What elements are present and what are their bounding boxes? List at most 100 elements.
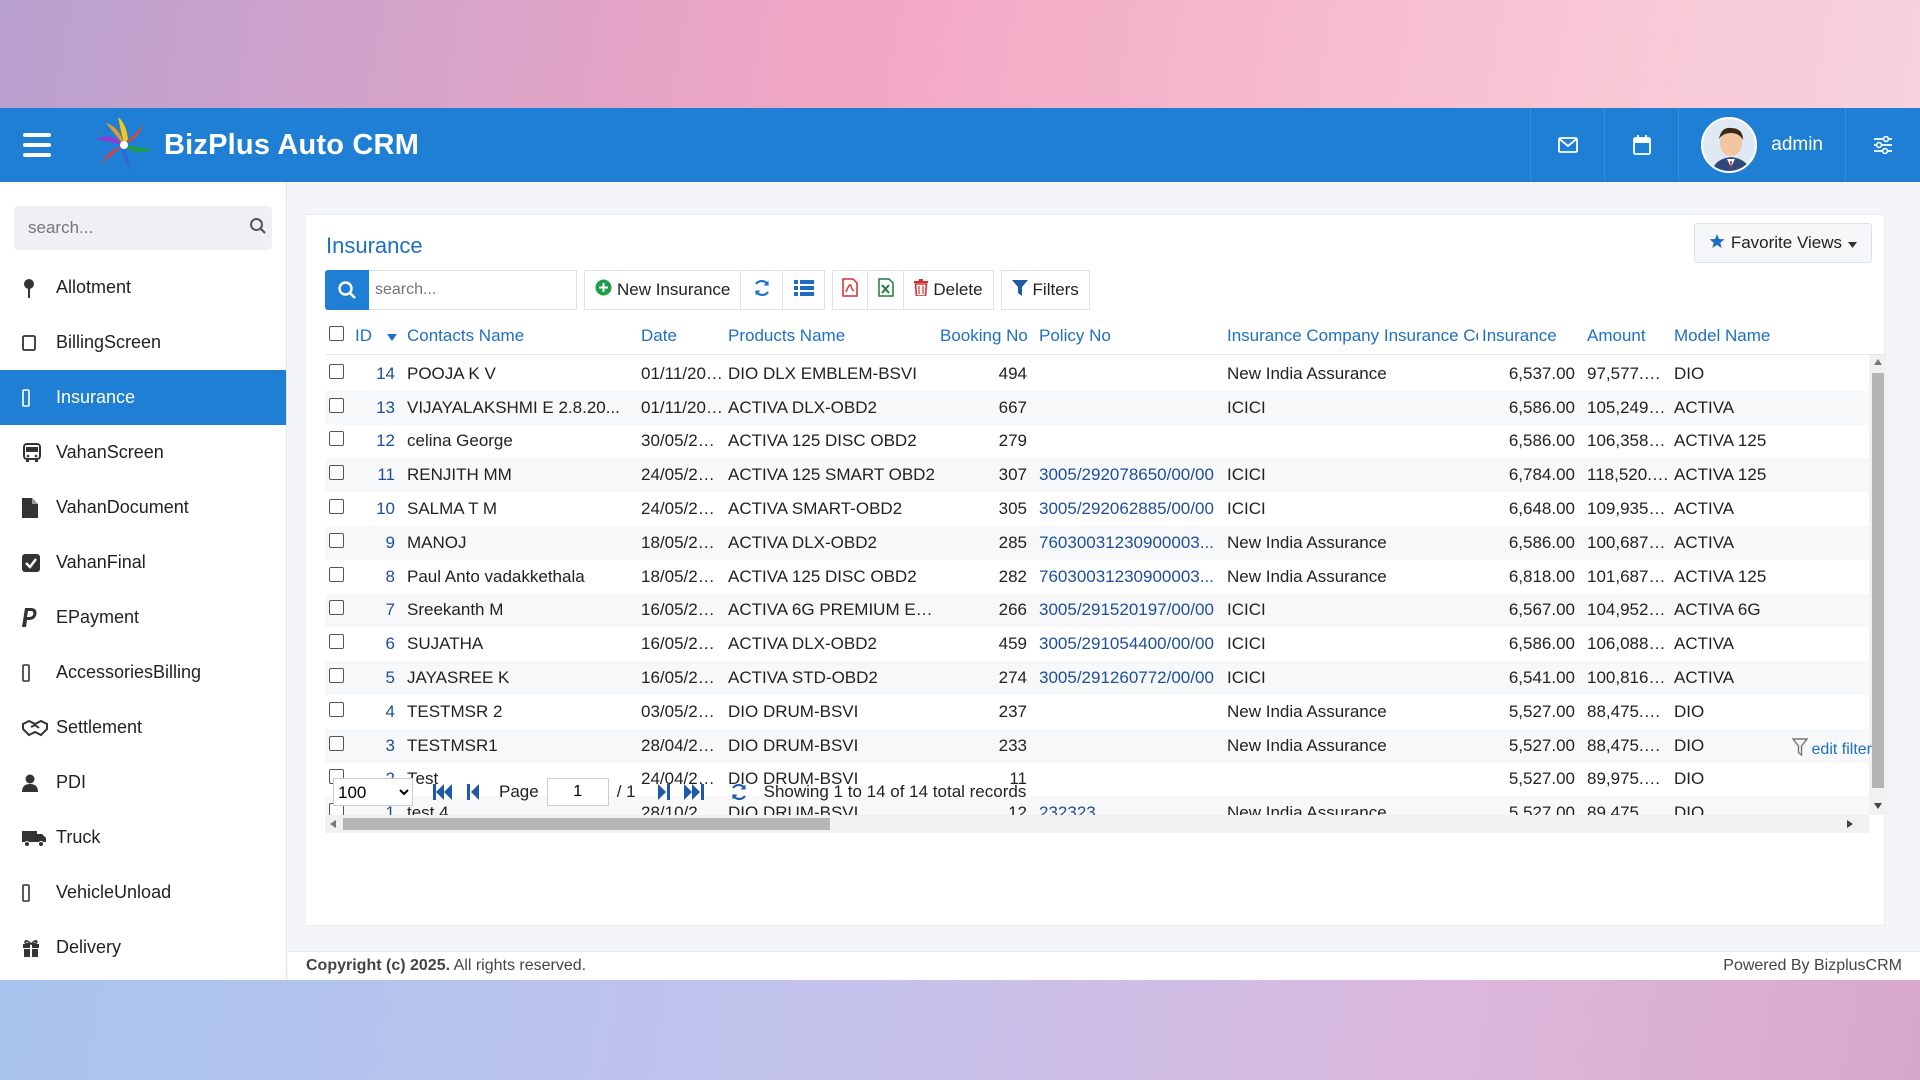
sort-desc-icon[interactable] — [387, 326, 397, 346]
calendar-icon[interactable] — [1604, 108, 1678, 182]
cell-id[interactable]: 13 — [351, 398, 403, 418]
row-checkbox[interactable] — [329, 532, 344, 548]
cell-id[interactable]: 12 — [351, 431, 403, 451]
row-checkbox[interactable] — [329, 499, 344, 515]
cell-policy[interactable]: 76030031230900003... — [1035, 567, 1223, 587]
cell-id[interactable]: 11 — [351, 465, 403, 485]
column-header-date[interactable]: Date — [637, 326, 724, 346]
row-checkbox[interactable] — [329, 668, 344, 684]
sidebar-item-billingscreen[interactable]: BillingScreen — [0, 315, 286, 370]
refresh-button[interactable] — [741, 270, 784, 310]
row-checkbox[interactable] — [329, 600, 344, 616]
sidebar-item-vahanfinal[interactable]: VahanFinal — [0, 535, 286, 590]
column-header-policy-no[interactable]: Policy No — [1035, 326, 1223, 346]
sidebar-item-pdi[interactable]: PDI — [0, 755, 286, 810]
cell-name: TESTMSR 2 — [407, 701, 503, 721]
page-size-select[interactable]: 100 — [333, 778, 413, 806]
cell-policy[interactable]: 3005/292078650/00/00 — [1035, 465, 1223, 485]
row-checkbox[interactable] — [329, 634, 344, 650]
sidebar-item-settlement[interactable]: Settlement — [0, 700, 286, 755]
refresh-icon — [753, 279, 771, 302]
column-header-insurance[interactable]: Insurance — [1478, 326, 1583, 346]
column-header-products-name[interactable]: Products Name — [724, 326, 936, 346]
sidebar-item-vahanscreen[interactable]: VahanScreen — [0, 425, 286, 480]
row-checkbox[interactable] — [329, 363, 344, 379]
column-header-booking-no[interactable]: Booking No — [936, 326, 1035, 346]
table-row[interactable]: 9 MANOJ 18/05/2023 ACTIVA DLX-OBD2 285 760300… — [325, 525, 1870, 560]
cell-policy[interactable]: 3005/291260772/00/00 — [1035, 668, 1223, 688]
cell-policy[interactable]: 3005/291054400/00/00 — [1035, 634, 1223, 654]
cell-id[interactable]: 6 — [351, 634, 403, 654]
sidebar-item-vehicleunload[interactable]: VehicleUnload — [0, 865, 286, 920]
column-header-contacts-name[interactable]: Contacts Name — [403, 326, 637, 346]
cell-id[interactable]: 5 — [351, 668, 403, 688]
filters-button[interactable]: Filters — [1000, 270, 1090, 310]
first-page-icon[interactable] — [433, 784, 453, 800]
list-view-button[interactable] — [783, 270, 826, 310]
sidebar-item-insurance[interactable]: Insurance — [0, 370, 286, 425]
sidebar-item-delivery[interactable]: Delivery — [0, 920, 286, 975]
page-number-input[interactable] — [546, 778, 609, 806]
delete-button[interactable]: Delete — [904, 270, 994, 310]
column-header-insurance-company-insurance-company[interactable]: Insurance Company Insurance Company — [1223, 326, 1478, 346]
table-row[interactable]: 4 TESTMSR 2 03/05/2023 DIO DRUM-BSVI 237 New … — [325, 695, 1870, 729]
table-row[interactable]: 12 celina George 30/05/2023 ACTIVA 125 DISC… — [325, 425, 1870, 459]
table-row[interactable]: 5 JAYASREE K 16/05/2023 ACTIVA STD-OBD2 274 3… — [325, 661, 1870, 695]
edit-filter-link[interactable]: edit filter — [1791, 738, 1872, 761]
row-checkbox[interactable] — [329, 566, 344, 582]
column-header-amount[interactable]: Amount — [1583, 326, 1670, 346]
table-row[interactable]: 14 POOJA K V 01/11/2023 DIO DLX EMBLEM-BSVI… — [325, 357, 1870, 391]
cell-policy[interactable]: 3005/292062885/00/00 — [1035, 499, 1223, 519]
row-checkbox[interactable] — [329, 735, 344, 751]
table-row[interactable]: 13 VIJAYALAKSHMI E 2.8.20... 01/11/2023 ACT… — [325, 390, 1870, 425]
row-checkbox[interactable] — [329, 701, 344, 717]
table-row[interactable]: 8 Paul Anto vadakkethala 18/05/2023 ACTIVA … — [325, 560, 1870, 594]
table-row[interactable]: 6 SUJATHA 16/05/2023 ACTIVA DLX-OBD2 459 3005… — [325, 627, 1870, 661]
cell-id[interactable]: 7 — [351, 600, 403, 620]
reload-icon[interactable] — [730, 783, 748, 801]
export-pdf-button[interactable] — [832, 270, 869, 310]
table-row[interactable]: 3 TESTMSR1 28/04/2023 DIO DRUM-BSVI 233 New I… — [325, 728, 1870, 763]
cell-id[interactable]: 3 — [351, 736, 403, 756]
grid-search-input[interactable] — [369, 270, 577, 310]
row-checkbox[interactable] — [329, 431, 344, 447]
bar-icon — [22, 883, 56, 902]
mail-icon[interactable] — [1530, 108, 1604, 182]
last-page-icon[interactable] — [683, 784, 704, 800]
next-page-icon[interactable] — [657, 784, 670, 800]
favorite-views-button[interactable]: Favorite Views — [1693, 223, 1872, 263]
cell-id[interactable]: 10 — [351, 499, 403, 519]
settings-sliders-icon[interactable] — [1846, 108, 1920, 182]
cell-id[interactable]: 4 — [351, 702, 403, 722]
sidebar-item-accessoriesbilling[interactable]: AccessoriesBilling — [0, 645, 286, 700]
cell-id[interactable]: 9 — [351, 533, 403, 553]
sidebar-item-vahandocument[interactable]: VahanDocument — [0, 480, 286, 535]
select-all-checkbox[interactable] — [329, 325, 344, 341]
user-menu[interactable]: admin — [1678, 108, 1846, 182]
sidebar-item-allotment[interactable]: Allotment — [0, 260, 286, 315]
row-checkbox[interactable] — [329, 397, 344, 413]
search-icon[interactable] — [249, 217, 267, 240]
sidebar-item-truck[interactable]: Truck — [0, 810, 286, 865]
column-header-id[interactable]: ID — [351, 326, 403, 346]
sidebar-item-epayment[interactable]: EPayment — [0, 590, 286, 645]
new-insurance-button[interactable]: New Insurance — [584, 270, 742, 310]
prev-page-icon[interactable] — [467, 784, 479, 800]
cell-policy[interactable]: 76030031230900003... — [1035, 533, 1223, 553]
cell-id[interactable]: 14 — [351, 364, 403, 384]
table-row[interactable]: 10 SALMA T M 24/05/2023 ACTIVA SMART-OBD2 30… — [325, 492, 1870, 526]
menu-toggle-icon[interactable] — [0, 108, 74, 182]
search-button[interactable] — [325, 270, 369, 310]
cell-booking: 233 — [998, 735, 1027, 755]
cell-amount: 101,687.00... — [1587, 566, 1670, 586]
sidebar-search-input[interactable] — [28, 218, 249, 238]
export-excel-button[interactable] — [868, 270, 905, 310]
cell-policy[interactable]: 3005/291520197/00/00 — [1035, 600, 1223, 620]
table-row[interactable]: 7 Sreekanth M 16/05/2023 ACTIVA 6G PREMIUM … — [325, 593, 1870, 628]
horizontal-scrollbar[interactable] — [325, 815, 1869, 833]
cell-company: ICICI — [1227, 668, 1266, 688]
table-row[interactable]: 11 RENJITH MM 24/05/2023 ACTIVA 125 SMART O… — [325, 458, 1870, 493]
cell-id[interactable]: 8 — [351, 567, 403, 587]
column-header-model-name[interactable]: Model Name — [1670, 326, 1775, 346]
row-checkbox[interactable] — [329, 465, 344, 481]
